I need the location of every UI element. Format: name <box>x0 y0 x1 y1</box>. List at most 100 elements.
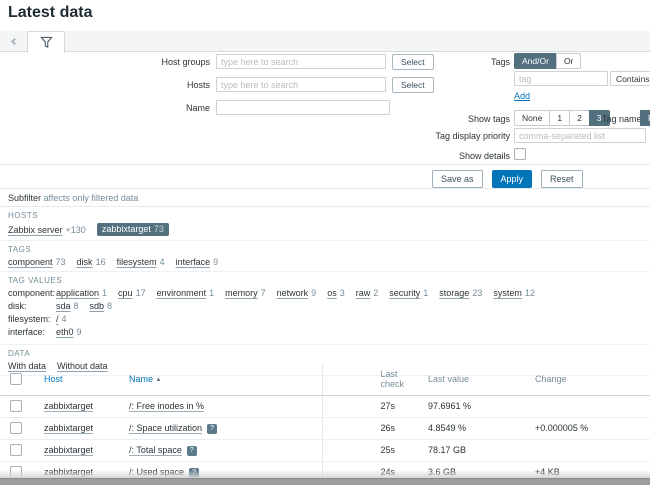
show-details-checkbox[interactable] <box>514 148 526 160</box>
tag-value-link[interactable]: memory <box>225 288 258 298</box>
subfilter-tag-count: 16 <box>96 257 106 267</box>
horizontal-scrollbar[interactable] <box>0 478 650 485</box>
tag-value-link[interactable]: sdb <box>90 301 105 311</box>
change-value: +0.000005 % <box>527 418 650 440</box>
column-header-change[interactable]: Change <box>527 364 650 396</box>
collapse-filter-button[interactable] <box>0 31 26 51</box>
latest-data-table: Host Name ▲ Last check Last value Change… <box>0 364 650 485</box>
tag-value-group: component: application1 cpu17 environmen… <box>8 288 642 298</box>
subfilter-subtitle: affects only filtered data <box>44 193 139 203</box>
subfilter-host-link[interactable]: Zabbix server <box>8 225 63 235</box>
hosts-input[interactable] <box>216 77 386 92</box>
tag-value-group-name: component: <box>8 288 56 298</box>
column-header-last-check[interactable]: Last check <box>322 364 420 396</box>
help-icon[interactable]: ? <box>189 468 199 478</box>
name-input[interactable] <box>216 100 390 115</box>
tag-value-count: 7 <box>261 288 266 298</box>
subfilter-host-count: 73 <box>154 224 164 234</box>
subfilter-tag-link[interactable]: interface <box>176 257 211 267</box>
tag-value-link[interactable]: system <box>493 288 522 298</box>
tag-value-count: 8 <box>74 301 79 311</box>
reset-button[interactable]: Reset <box>541 170 583 188</box>
subfilter-tag-count: 4 <box>160 257 165 267</box>
tags-operator-or[interactable]: Or <box>556 53 581 69</box>
row-checkbox[interactable] <box>10 466 22 478</box>
tags-operator-andor[interactable]: And/Or <box>514 53 557 69</box>
host-link[interactable]: zabbixtarget <box>44 423 93 433</box>
tag-value-link[interactable]: environment <box>157 288 207 298</box>
chevron-left-icon <box>10 37 17 44</box>
show-tags-2[interactable]: 2 <box>569 110 590 126</box>
show-tags-none[interactable]: None <box>514 110 550 126</box>
host-link[interactable]: zabbixtarget <box>44 401 93 411</box>
row-checkbox[interactable] <box>10 444 22 456</box>
tag-value-link[interactable]: eth0 <box>56 327 74 337</box>
tag-value-link[interactable]: cpu <box>118 288 133 298</box>
tag-value-count: 8 <box>107 301 112 311</box>
save-as-button[interactable]: Save as <box>432 170 483 188</box>
tag-value-link[interactable]: security <box>389 288 420 298</box>
subfilter-tag-link[interactable]: filesystem <box>117 257 157 267</box>
subfilter-tag-link[interactable]: component <box>8 257 53 267</box>
subfilter-tag-values-section: TAG VALUES component: application1 cpu17… <box>0 272 650 345</box>
column-header-host[interactable]: Host <box>44 374 63 384</box>
show-details-label: Show details <box>400 150 510 162</box>
tag-value-count: 4 <box>62 314 67 324</box>
tag-name-full[interactable]: Full <box>640 110 650 126</box>
column-header-last-value[interactable]: Last value <box>420 364 527 396</box>
last-check-value: 26s <box>322 418 420 440</box>
tag-value-link[interactable]: os <box>327 288 337 298</box>
row-checkbox[interactable] <box>10 400 22 412</box>
apply-button[interactable]: Apply <box>492 170 533 188</box>
select-all-checkbox[interactable] <box>10 373 22 385</box>
tag-value-count: 1 <box>209 288 214 298</box>
subfilter-tag-link[interactable]: disk <box>77 257 93 267</box>
sort-asc-icon: ▲ <box>156 377 162 383</box>
item-name-link[interactable]: /: Free inodes in % <box>129 401 204 411</box>
subfilter-tag-count: 9 <box>213 257 218 267</box>
tag-value-link[interactable]: application <box>56 288 99 298</box>
host-link[interactable]: zabbixtarget <box>44 445 93 455</box>
tag-value-link[interactable]: / <box>56 314 59 324</box>
name-label: Name <box>60 102 210 114</box>
tag-value-count: 17 <box>136 288 146 298</box>
tag-match-operator-select[interactable]: Contains <box>610 71 650 86</box>
tag-value-link[interactable]: storage <box>439 288 469 298</box>
table-row: zabbixtarget /: Total space? 25s 78.17 G… <box>0 440 650 462</box>
subfilter-tag-item: filesystem4 <box>117 257 165 267</box>
tag-value-group-name: disk: <box>8 301 56 311</box>
item-name-link[interactable]: /: Total space <box>129 445 182 455</box>
change-value <box>527 440 650 462</box>
host-groups-input[interactable] <box>216 54 386 69</box>
host-link[interactable]: zabbixtarget <box>44 467 93 477</box>
row-checkbox[interactable] <box>10 422 22 434</box>
subfilter-host-item: Zabbix server+130 <box>8 225 86 235</box>
tag-value-group: interface: eth09 <box>8 327 642 337</box>
filter-tabbar <box>0 31 650 52</box>
help-icon[interactable]: ? <box>207 424 217 434</box>
tag-value-link[interactable]: network <box>277 288 309 298</box>
tag-value-link[interactable]: sda <box>56 301 71 311</box>
last-check-value: 25s <box>322 440 420 462</box>
hosts-select-button[interactable]: Select <box>392 77 434 93</box>
tag-value-count: 1 <box>102 288 107 298</box>
show-tags-1[interactable]: 1 <box>549 110 570 126</box>
tag-value-link[interactable]: raw <box>356 288 371 298</box>
subfilter-host-link[interactable]: zabbixtarget <box>102 224 151 234</box>
tag-display-priority-input[interactable] <box>514 128 646 143</box>
filter-panel: Host groups Select Hosts Select Name Tag… <box>0 52 650 188</box>
help-icon[interactable]: ? <box>187 446 197 456</box>
tab-filter[interactable] <box>27 31 65 53</box>
last-value: 4.8549 % <box>420 418 527 440</box>
subfilter-title: Subfilter <box>8 193 41 203</box>
tag-name-input[interactable] <box>514 71 608 86</box>
tags-operator-toggle: And/Or Or <box>514 53 581 69</box>
column-header-name[interactable]: Name <box>129 374 153 384</box>
item-name-link[interactable]: /: Used space <box>129 467 184 477</box>
tags-label: Tags <box>400 56 510 68</box>
item-name-link[interactable]: /: Space utilization <box>129 423 202 433</box>
subfilter-tags-section: TAGS component73 disk16 filesystem4 inte… <box>0 241 650 272</box>
add-tag-link[interactable]: Add <box>514 91 530 101</box>
filter-divider <box>0 164 650 165</box>
tag-match-operator-value: Contains <box>616 74 650 84</box>
